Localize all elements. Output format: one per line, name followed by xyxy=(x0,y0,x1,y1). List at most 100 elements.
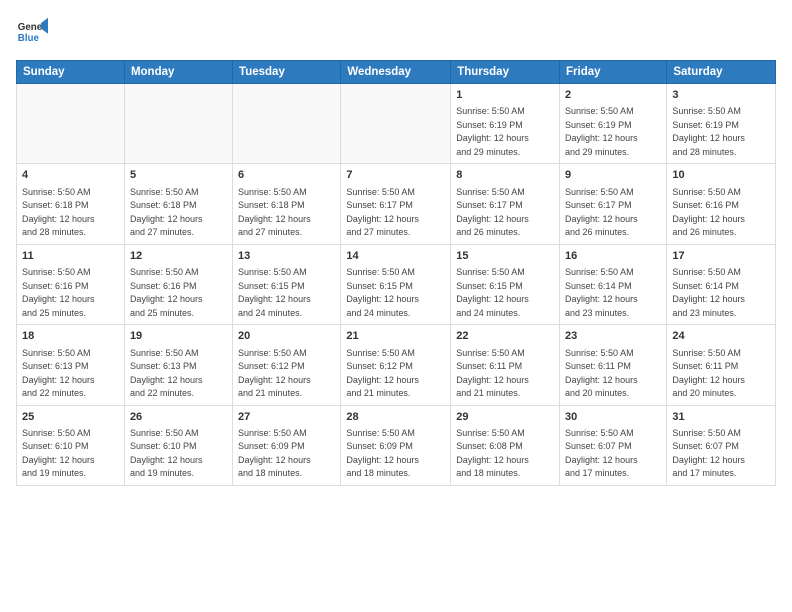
day-info: Sunrise: 5:50 AMSunset: 6:15 PMDaylight:… xyxy=(346,266,445,320)
day-number: 1 xyxy=(456,88,554,103)
calendar-cell: 29 Sunrise: 5:50 AMSunset: 6:08 PMDayligh… xyxy=(451,405,560,485)
logo-icon: General Blue xyxy=(16,16,48,48)
day-number: 10 xyxy=(672,168,770,183)
day-info: Sunrise: 5:50 AMSunset: 6:17 PMDaylight:… xyxy=(456,186,554,240)
day-number: 12 xyxy=(130,249,227,264)
day-number: 14 xyxy=(346,249,445,264)
day-number: 8 xyxy=(456,168,554,183)
calendar-cell: 24 Sunrise: 5:50 AMSunset: 6:11 PMDayligh… xyxy=(667,325,776,405)
col-header-saturday: Saturday xyxy=(667,61,776,84)
day-info: Sunrise: 5:50 AMSunset: 6:16 PMDaylight:… xyxy=(22,266,119,320)
day-info: Sunrise: 5:50 AMSunset: 6:19 PMDaylight:… xyxy=(672,105,770,159)
day-info: Sunrise: 5:50 AMSunset: 6:10 PMDaylight:… xyxy=(22,427,119,481)
day-number: 11 xyxy=(22,249,119,264)
day-number: 7 xyxy=(346,168,445,183)
day-info: Sunrise: 5:50 AMSunset: 6:09 PMDaylight:… xyxy=(346,427,445,481)
day-number: 2 xyxy=(565,88,661,103)
day-number: 16 xyxy=(565,249,661,264)
calendar-cell: 16 Sunrise: 5:50 AMSunset: 6:14 PMDayligh… xyxy=(560,244,667,324)
day-number: 29 xyxy=(456,410,554,425)
day-number: 25 xyxy=(22,410,119,425)
day-info: Sunrise: 5:50 AMSunset: 6:10 PMDaylight:… xyxy=(130,427,227,481)
calendar-table: SundayMondayTuesdayWednesdayThursdayFrid… xyxy=(16,60,776,486)
col-header-wednesday: Wednesday xyxy=(341,61,451,84)
day-info: Sunrise: 5:50 AMSunset: 6:11 PMDaylight:… xyxy=(672,347,770,401)
calendar-cell: 19 Sunrise: 5:50 AMSunset: 6:13 PMDayligh… xyxy=(124,325,232,405)
day-info: Sunrise: 5:50 AMSunset: 6:15 PMDaylight:… xyxy=(456,266,554,320)
page-header: General Blue xyxy=(16,16,776,48)
day-number: 31 xyxy=(672,410,770,425)
day-info: Sunrise: 5:50 AMSunset: 6:18 PMDaylight:… xyxy=(238,186,335,240)
day-number: 3 xyxy=(672,88,770,103)
calendar-cell xyxy=(17,84,125,164)
col-header-tuesday: Tuesday xyxy=(233,61,341,84)
calendar-cell: 27 Sunrise: 5:50 AMSunset: 6:09 PMDayligh… xyxy=(233,405,341,485)
day-info: Sunrise: 5:50 AMSunset: 6:08 PMDaylight:… xyxy=(456,427,554,481)
calendar-cell: 12 Sunrise: 5:50 AMSunset: 6:16 PMDayligh… xyxy=(124,244,232,324)
day-info: Sunrise: 5:50 AMSunset: 6:13 PMDaylight:… xyxy=(130,347,227,401)
calendar-cell: 7 Sunrise: 5:50 AMSunset: 6:17 PMDaylight… xyxy=(341,164,451,244)
col-header-friday: Friday xyxy=(560,61,667,84)
day-number: 15 xyxy=(456,249,554,264)
calendar-cell: 30 Sunrise: 5:50 AMSunset: 6:07 PMDayligh… xyxy=(560,405,667,485)
day-info: Sunrise: 5:50 AMSunset: 6:07 PMDaylight:… xyxy=(565,427,661,481)
calendar-cell: 22 Sunrise: 5:50 AMSunset: 6:11 PMDayligh… xyxy=(451,325,560,405)
day-info: Sunrise: 5:50 AMSunset: 6:11 PMDaylight:… xyxy=(456,347,554,401)
day-number: 4 xyxy=(22,168,119,183)
day-number: 23 xyxy=(565,329,661,344)
calendar-cell: 17 Sunrise: 5:50 AMSunset: 6:14 PMDayligh… xyxy=(667,244,776,324)
day-info: Sunrise: 5:50 AMSunset: 6:14 PMDaylight:… xyxy=(672,266,770,320)
calendar-cell: 23 Sunrise: 5:50 AMSunset: 6:11 PMDayligh… xyxy=(560,325,667,405)
day-info: Sunrise: 5:50 AMSunset: 6:16 PMDaylight:… xyxy=(672,186,770,240)
day-number: 19 xyxy=(130,329,227,344)
day-info: Sunrise: 5:50 AMSunset: 6:13 PMDaylight:… xyxy=(22,347,119,401)
day-info: Sunrise: 5:50 AMSunset: 6:12 PMDaylight:… xyxy=(238,347,335,401)
logo: General Blue xyxy=(16,16,48,48)
day-info: Sunrise: 5:50 AMSunset: 6:17 PMDaylight:… xyxy=(346,186,445,240)
day-info: Sunrise: 5:50 AMSunset: 6:14 PMDaylight:… xyxy=(565,266,661,320)
col-header-sunday: Sunday xyxy=(17,61,125,84)
calendar-cell: 18 Sunrise: 5:50 AMSunset: 6:13 PMDayligh… xyxy=(17,325,125,405)
day-number: 17 xyxy=(672,249,770,264)
day-number: 20 xyxy=(238,329,335,344)
day-number: 13 xyxy=(238,249,335,264)
day-number: 30 xyxy=(565,410,661,425)
calendar-cell: 13 Sunrise: 5:50 AMSunset: 6:15 PMDayligh… xyxy=(233,244,341,324)
calendar-cell: 25 Sunrise: 5:50 AMSunset: 6:10 PMDayligh… xyxy=(17,405,125,485)
day-info: Sunrise: 5:50 AMSunset: 6:07 PMDaylight:… xyxy=(672,427,770,481)
calendar-cell: 2 Sunrise: 5:50 AMSunset: 6:19 PMDaylight… xyxy=(560,84,667,164)
calendar-cell: 11 Sunrise: 5:50 AMSunset: 6:16 PMDayligh… xyxy=(17,244,125,324)
day-number: 26 xyxy=(130,410,227,425)
day-info: Sunrise: 5:50 AMSunset: 6:09 PMDaylight:… xyxy=(238,427,335,481)
day-number: 6 xyxy=(238,168,335,183)
calendar-cell: 14 Sunrise: 5:50 AMSunset: 6:15 PMDayligh… xyxy=(341,244,451,324)
col-header-thursday: Thursday xyxy=(451,61,560,84)
calendar-cell: 31 Sunrise: 5:50 AMSunset: 6:07 PMDayligh… xyxy=(667,405,776,485)
day-number: 28 xyxy=(346,410,445,425)
day-number: 22 xyxy=(456,329,554,344)
day-info: Sunrise: 5:50 AMSunset: 6:16 PMDaylight:… xyxy=(130,266,227,320)
day-number: 18 xyxy=(22,329,119,344)
calendar-cell: 1 Sunrise: 5:50 AMSunset: 6:19 PMDaylight… xyxy=(451,84,560,164)
day-info: Sunrise: 5:50 AMSunset: 6:11 PMDaylight:… xyxy=(565,347,661,401)
calendar-cell: 15 Sunrise: 5:50 AMSunset: 6:15 PMDayligh… xyxy=(451,244,560,324)
calendar-cell: 3 Sunrise: 5:50 AMSunset: 6:19 PMDaylight… xyxy=(667,84,776,164)
svg-text:Blue: Blue xyxy=(18,33,40,44)
calendar-cell: 20 Sunrise: 5:50 AMSunset: 6:12 PMDayligh… xyxy=(233,325,341,405)
day-info: Sunrise: 5:50 AMSunset: 6:17 PMDaylight:… xyxy=(565,186,661,240)
day-number: 27 xyxy=(238,410,335,425)
col-header-monday: Monday xyxy=(124,61,232,84)
calendar-cell: 26 Sunrise: 5:50 AMSunset: 6:10 PMDayligh… xyxy=(124,405,232,485)
calendar-cell: 21Sunrise: 5:50 AMSunset: 6:12 PMDayligh… xyxy=(341,325,451,405)
day-number: 5 xyxy=(130,168,227,183)
day-info: Sunrise: 5:50 AMSunset: 6:19 PMDaylight:… xyxy=(565,105,661,159)
calendar-cell: 4 Sunrise: 5:50 AMSunset: 6:18 PMDaylight… xyxy=(17,164,125,244)
calendar-cell: 8 Sunrise: 5:50 AMSunset: 6:17 PMDaylight… xyxy=(451,164,560,244)
day-info: Sunrise: 5:50 AMSunset: 6:18 PMDaylight:… xyxy=(22,186,119,240)
day-info: Sunrise: 5:50 AMSunset: 6:19 PMDaylight:… xyxy=(456,105,554,159)
day-info: Sunrise: 5:50 AMSunset: 6:15 PMDaylight:… xyxy=(238,266,335,320)
calendar-cell: 5Sunrise: 5:50 AMSunset: 6:18 PMDaylight… xyxy=(124,164,232,244)
day-info: Sunrise: 5:50 AMSunset: 6:12 PMDaylight:… xyxy=(346,347,445,401)
day-number: 24 xyxy=(672,329,770,344)
calendar-cell xyxy=(124,84,232,164)
